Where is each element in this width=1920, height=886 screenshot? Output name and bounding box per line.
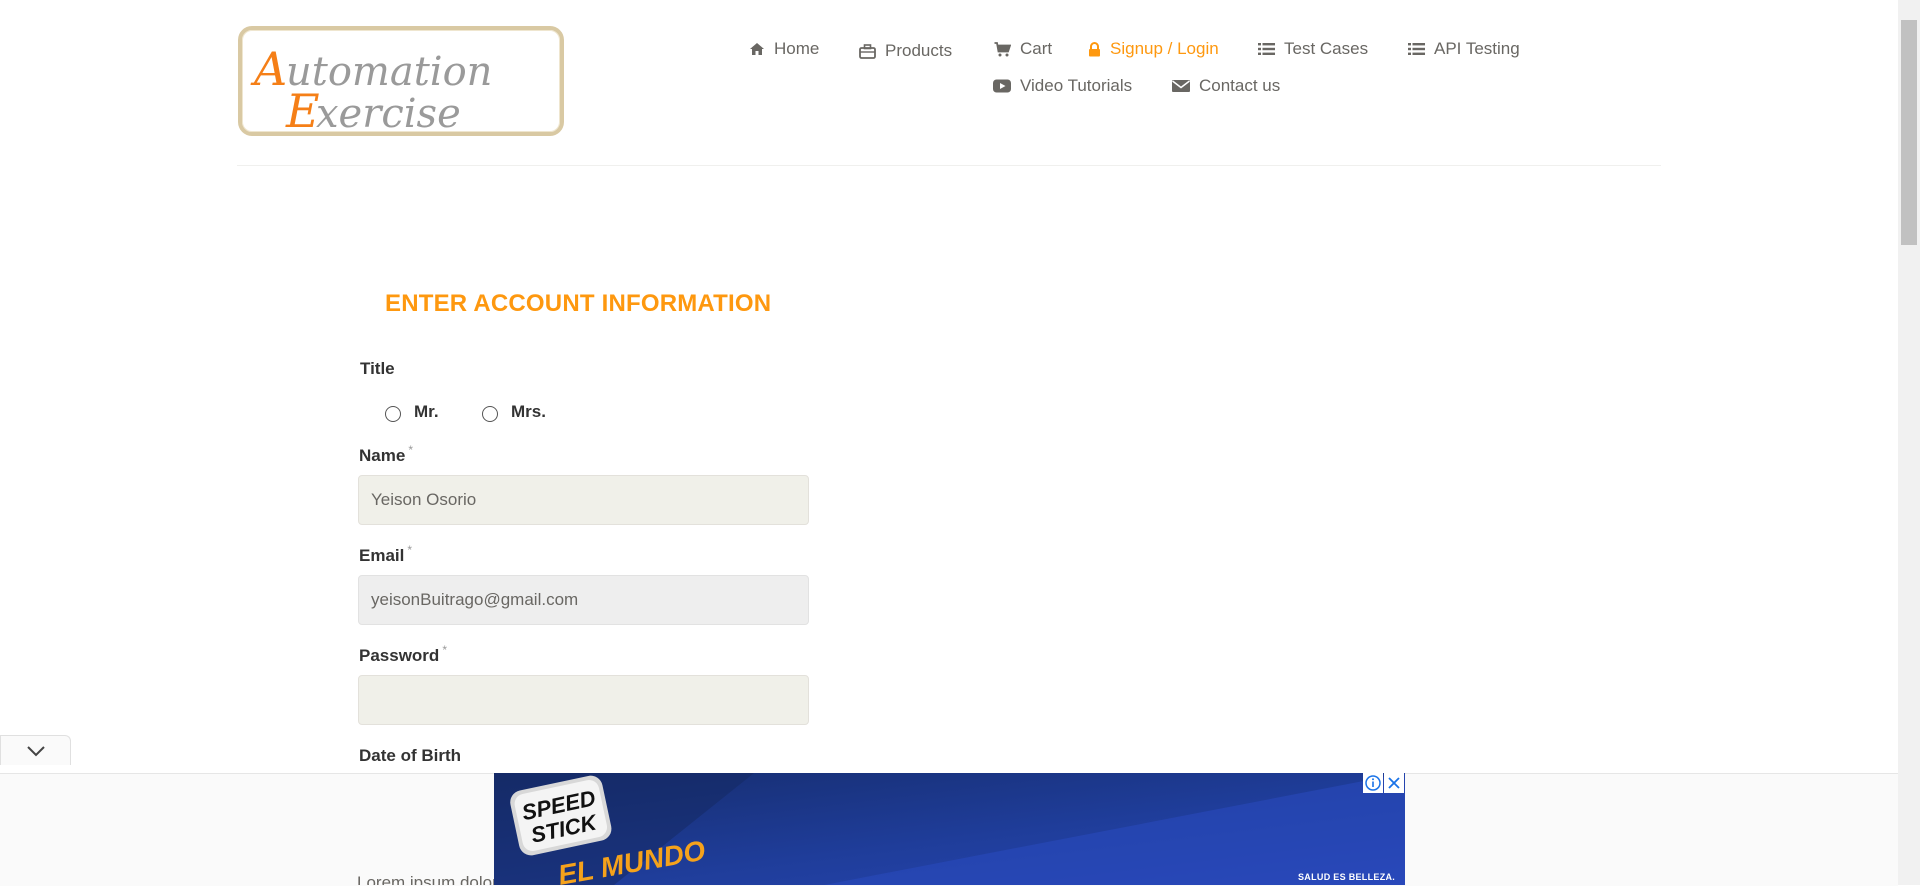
- name-input[interactable]: [358, 475, 809, 525]
- radio-mr[interactable]: [385, 406, 401, 422]
- list-icon: [1258, 43, 1275, 55]
- ad-banner[interactable]: SPEED STICK EL MUNDO: [494, 773, 1405, 885]
- youtube-play-icon: [993, 79, 1011, 93]
- nav-signup-login[interactable]: Signup / Login: [1088, 39, 1219, 59]
- close-icon: [1388, 777, 1400, 789]
- required-mark: *: [442, 643, 447, 657]
- svg-text:A: A: [250, 42, 287, 96]
- nav-api-testing-label: API Testing: [1434, 39, 1520, 58]
- site-logo[interactable]: A utomation E xercise: [238, 26, 564, 136]
- ad-partial-text: Lorem ipsum dolor sit: [357, 873, 494, 885]
- nav-contact-us[interactable]: Contact us: [1172, 76, 1280, 96]
- briefcase-icon: [859, 43, 876, 59]
- nav-cart-label: Cart: [1020, 39, 1053, 58]
- nav-test-cases[interactable]: Test Cases: [1258, 39, 1368, 59]
- envelope-icon: [1172, 80, 1190, 92]
- title-label: Title: [360, 359, 395, 378]
- list-icon: [1408, 43, 1425, 55]
- email-label: Email *: [359, 543, 413, 566]
- ad-info-button[interactable]: [1363, 773, 1383, 793]
- required-mark: *: [408, 443, 413, 457]
- cart-icon: [994, 41, 1011, 56]
- form-title: ENTER ACCOUNT INFORMATION: [385, 290, 772, 317]
- name-label: Name *: [359, 443, 413, 466]
- svg-text:xercise: xercise: [316, 91, 461, 134]
- password-label-text: Password: [359, 646, 440, 665]
- password-label: Password *: [359, 643, 447, 666]
- required-mark: *: [407, 543, 413, 557]
- nav-contact-us-label: Contact us: [1199, 76, 1281, 95]
- nav-products-label: Products: [885, 41, 953, 60]
- chevron-down-icon: [27, 746, 45, 757]
- nav-signup-login-label: Signup / Login: [1110, 39, 1219, 58]
- lock-icon: [1089, 41, 1100, 56]
- dob-label: Date of Birth: [359, 746, 461, 765]
- nav-video-tutorials-label: Video Tutorials: [1020, 76, 1133, 95]
- radio-mrs-label: Mrs.: [511, 402, 546, 421]
- header-divider: [237, 165, 1661, 166]
- nav-home-label: Home: [774, 39, 820, 58]
- nav-test-cases-label: Test Cases: [1284, 39, 1369, 58]
- svg-text:E: E: [285, 84, 320, 134]
- page-scrollbar[interactable]: [1898, 0, 1920, 885]
- nav-products[interactable]: Products: [859, 41, 952, 61]
- nav-cart[interactable]: Cart: [994, 39, 1052, 59]
- home-icon: [750, 43, 764, 55]
- info-icon: [1365, 775, 1381, 791]
- password-input[interactable]: [358, 675, 809, 725]
- radio-mrs[interactable]: [482, 406, 498, 422]
- radio-mr-label: Mr.: [414, 402, 439, 421]
- ad-close-button[interactable]: [1384, 773, 1404, 793]
- nav-api-testing[interactable]: API Testing: [1408, 39, 1520, 59]
- name-label-text: Name: [359, 446, 406, 465]
- nav-home[interactable]: Home: [749, 39, 819, 59]
- scrollbar-thumb[interactable]: [1901, 20, 1917, 245]
- ad-tagline: SALUD ES BELLEZA.: [1298, 872, 1396, 882]
- email-label-text: Email: [359, 546, 405, 565]
- ad-collapse-toggle[interactable]: [0, 735, 71, 765]
- email-input[interactable]: [358, 575, 809, 625]
- nav-video-tutorials[interactable]: Video Tutorials: [993, 76, 1132, 96]
